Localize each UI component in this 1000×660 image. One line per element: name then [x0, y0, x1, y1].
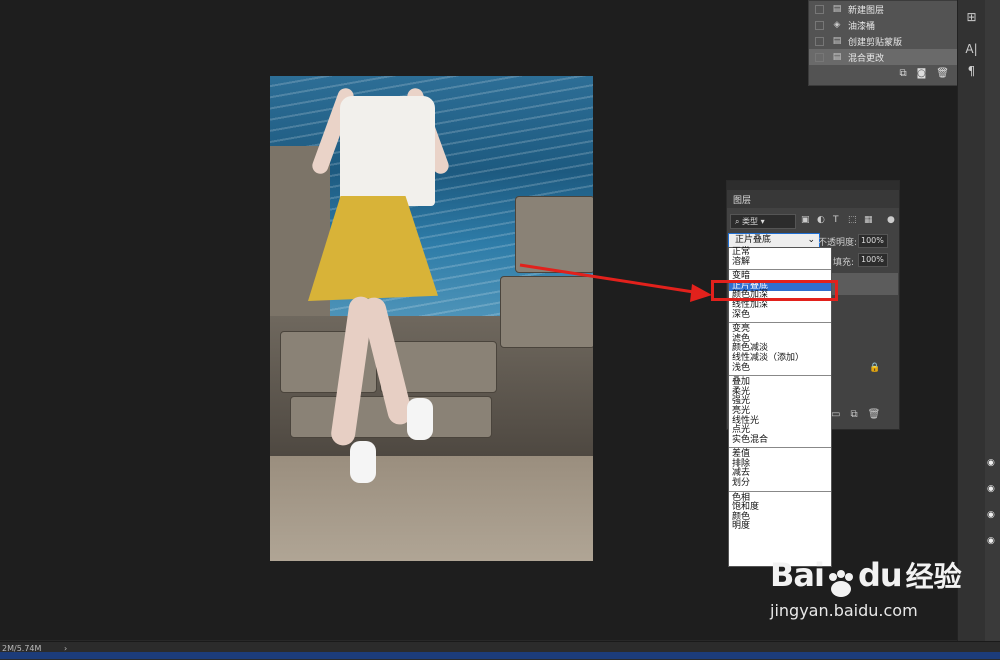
history-item-label: 创建剪贴蒙版 [848, 37, 903, 48]
paint-bucket-icon: ◈ [833, 20, 841, 30]
watermark-url: jingyan.baidu.com [770, 600, 918, 620]
watermark-jingyan: 经验 [905, 560, 962, 593]
panel-dock-edge: ◉ ◉ ◉ ◉ [985, 0, 1000, 659]
shape-filter-icon[interactable]: ⬚ [848, 215, 857, 225]
annotation-highlight-box [711, 280, 838, 301]
history-checkbox[interactable] [815, 4, 824, 14]
blend-option[interactable]: 明度 [729, 522, 831, 532]
watermark-brand-2: du [857, 556, 903, 594]
menu-divider [729, 375, 831, 377]
opacity-input[interactable]: 100% [858, 234, 888, 248]
photo-stone [500, 276, 593, 348]
document-icon: ▤ [832, 4, 842, 14]
photo-shoe [407, 398, 433, 440]
history-panel: ▤ 新建图层 ◈ 油漆桶 ▤ 创建剪贴蒙版 ▤ 混合更改 ⧉ ◙ 🗑 [808, 0, 958, 86]
document-photo[interactable] [270, 76, 593, 561]
blend-option[interactable]: 划分 [729, 478, 831, 489]
trash-icon[interactable]: 🗑 [936, 68, 949, 79]
watermark-brand: Bai [770, 556, 825, 594]
history-item-label: 混合更改 [848, 53, 885, 64]
history-checkbox[interactable] [815, 52, 824, 62]
eye-icon[interactable]: ◉ [987, 510, 999, 520]
history-item-selected[interactable]: ▤ 混合更改 [809, 49, 957, 65]
camera-icon[interactable]: ◙ [917, 68, 927, 79]
panel-tabbar: 图层 [727, 190, 899, 208]
filter-toggle-icon[interactable]: ● [887, 215, 895, 225]
adjustment-filter-icon[interactable]: ◐ [817, 215, 825, 225]
photo-ground [270, 456, 593, 561]
history-item[interactable]: ▤ 创建剪贴蒙版 [809, 33, 957, 49]
character-icon[interactable]: A| [958, 38, 985, 60]
paragraph-icon[interactable]: ¶ [958, 60, 985, 82]
tab-layers[interactable]: 图层 [727, 193, 757, 206]
eye-icon[interactable]: ◉ [987, 458, 999, 468]
blend-option[interactable]: 深色 [729, 310, 831, 321]
properties-icon[interactable]: ⊞ [958, 6, 985, 28]
blend-option[interactable]: 溶解 [729, 257, 831, 268]
image-filter-icon[interactable]: ▣ [801, 215, 810, 225]
blend-option[interactable]: 实色混合 [729, 435, 831, 446]
blend-option[interactable]: 浅色 [729, 363, 831, 374]
baidu-watermark: Bai du 经验 jingyan.baidu.com [770, 555, 962, 620]
history-item-label: 新建图层 [848, 5, 885, 16]
history-checkbox[interactable] [815, 20, 824, 30]
photo-stone [515, 196, 593, 273]
fill-input[interactable]: 100% [858, 253, 888, 267]
document-icon: ▤ [832, 52, 842, 62]
fill-label: 填充: [833, 258, 855, 268]
menu-divider [729, 490, 831, 492]
menu-divider [729, 322, 831, 324]
history-item[interactable]: ◈ 油漆桶 [809, 17, 957, 33]
document-icon: ▤ [832, 36, 842, 46]
history-item[interactable]: ▤ 新建图层 [809, 1, 957, 17]
photo-shoe [350, 441, 376, 483]
new-group-icon[interactable]: ▭ [831, 409, 840, 420]
os-taskbar [0, 652, 1000, 659]
smart-object-filter-icon[interactable]: ▦ [864, 215, 873, 225]
history-checkbox[interactable] [815, 36, 824, 46]
type-filter-icon[interactable]: T [833, 215, 839, 225]
new-layer-icon[interactable]: ⧉ [850, 409, 857, 420]
blend-mode-value: 正片叠底 [735, 235, 772, 245]
layers-footer: ▭ ⧉ 🗑 [831, 409, 880, 420]
history-footer: ⧉ ◙ 🗑 [899, 68, 949, 79]
baidu-paw-icon [828, 569, 853, 597]
photo-shirt [340, 96, 435, 206]
layer-row[interactable] [831, 273, 898, 295]
layer-filter-select[interactable]: ⌕ 类型 ▾ [730, 214, 796, 229]
eye-icon[interactable]: ◉ [987, 536, 999, 546]
blend-mode-select[interactable]: 正片叠底 ⌄ [728, 233, 820, 248]
history-item-label: 油漆桶 [848, 21, 876, 32]
trash-icon[interactable]: 🗑 [868, 409, 881, 420]
new-document-from-state-icon[interactable]: ⧉ [899, 68, 906, 79]
lock-icon: 🔒 [869, 363, 881, 373]
layer-filter-label: 类型 [742, 217, 759, 226]
eye-icon[interactable]: ◉ [987, 484, 999, 494]
chevron-down-icon: ⌄ [807, 235, 815, 245]
panel-header[interactable] [727, 181, 899, 190]
